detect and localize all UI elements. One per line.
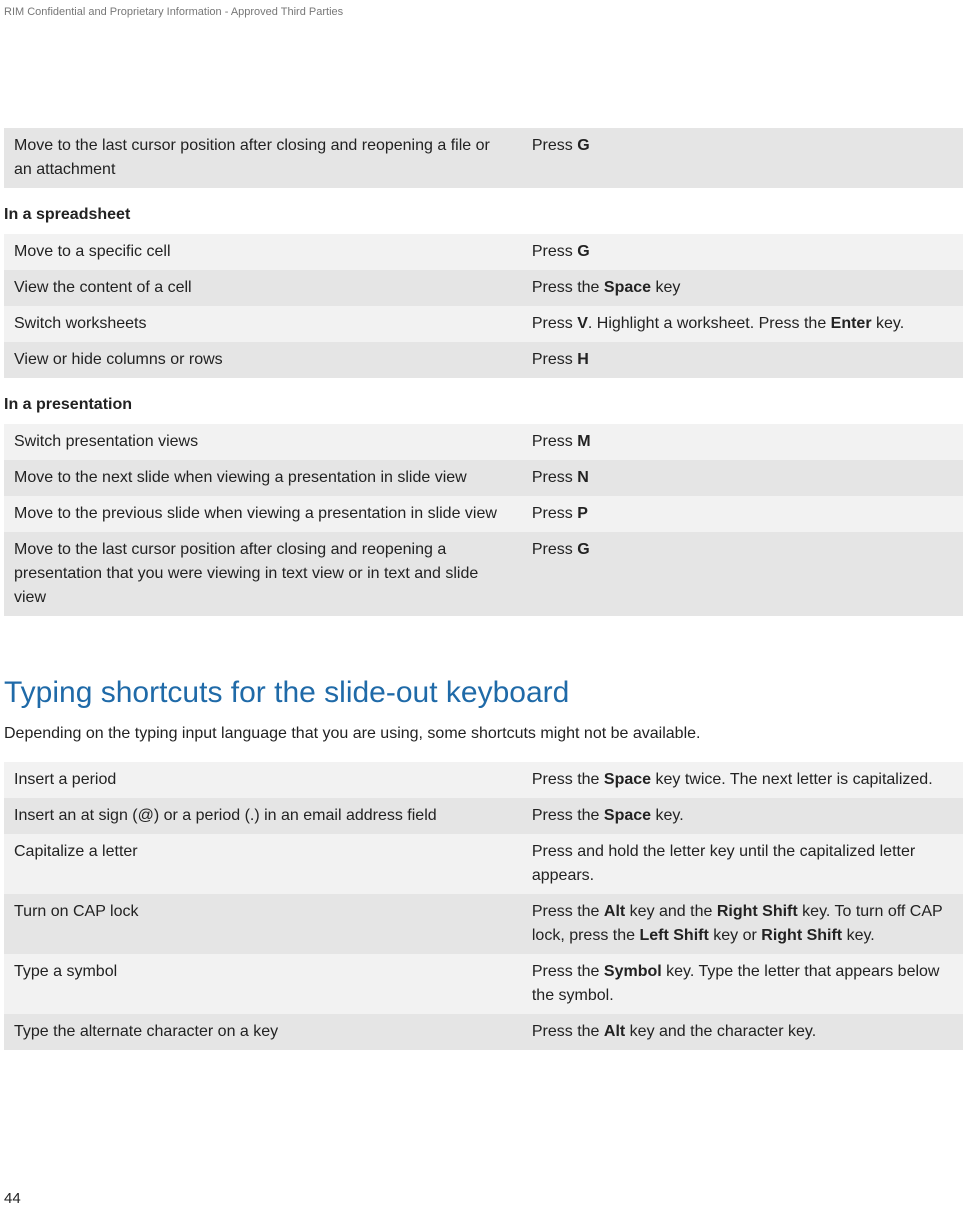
table-row: View or hide columns or rows Press H	[4, 342, 963, 378]
intro-text: Depending on the typing input language t…	[4, 722, 963, 746]
shortcut-desc: Capitalize a letter	[4, 834, 522, 894]
action-text: key or	[709, 927, 761, 944]
action-key: Enter	[831, 315, 872, 332]
action-key: Alt	[604, 903, 625, 920]
shortcut-action: Press V. Highlight a worksheet. Press th…	[522, 306, 963, 342]
shortcut-table-top: Move to the last cursor position after c…	[4, 128, 963, 188]
confidential-header: RIM Confidential and Proprietary Informa…	[0, 0, 967, 18]
shortcut-action: Press M	[522, 424, 963, 460]
action-key: Left Shift	[639, 927, 708, 944]
shortcut-action: Press H	[522, 342, 963, 378]
action-key: V	[577, 315, 588, 332]
action-key: G	[577, 243, 589, 260]
action-text: Press	[532, 243, 577, 260]
action-key: P	[577, 505, 588, 522]
action-text: key	[651, 279, 680, 296]
shortcut-desc: Insert an at sign (@) or a period (.) in…	[4, 798, 522, 834]
action-key: Space	[604, 771, 651, 788]
action-text: Press the	[532, 1023, 604, 1040]
shortcut-action: Press G	[522, 128, 963, 188]
page-number: 44	[0, 1190, 967, 1219]
table-row: Move to a specific cell Press G	[4, 234, 963, 270]
action-key: Symbol	[604, 963, 662, 980]
action-text: Press	[532, 469, 577, 486]
action-text: Press the	[532, 807, 604, 824]
table-row: Insert a period Press the Space key twic…	[4, 762, 963, 798]
action-text: Press	[532, 351, 577, 368]
shortcut-action: Press P	[522, 496, 963, 532]
shortcut-action: Press the Alt key and the Right Shift ke…	[522, 894, 963, 954]
table-row: Capitalize a letter Press and hold the l…	[4, 834, 963, 894]
table-row: Move to the previous slide when viewing …	[4, 496, 963, 532]
shortcut-desc: Insert a period	[4, 762, 522, 798]
action-text: Press the	[532, 279, 604, 296]
shortcut-action: Press the Alt key and the character key.	[522, 1014, 963, 1050]
action-key: M	[577, 433, 590, 450]
action-key: Space	[604, 279, 651, 296]
action-text: key twice. The next letter is capitalize…	[651, 771, 933, 788]
shortcut-desc: Type a symbol	[4, 954, 522, 1014]
shortcut-desc: Move to the last cursor position after c…	[4, 128, 522, 188]
action-text: . Highlight a worksheet. Press the	[588, 315, 831, 332]
action-text: key.	[872, 315, 905, 332]
shortcut-table-typing: Insert a period Press the Space key twic…	[4, 762, 963, 1050]
action-key: Right Shift	[761, 927, 842, 944]
action-text: Press and hold the letter key until the …	[532, 843, 915, 884]
shortcut-action: Press the Symbol key. Type the letter th…	[522, 954, 963, 1014]
action-key: H	[577, 351, 589, 368]
table-row: View the content of a cell Press the Spa…	[4, 270, 963, 306]
shortcut-action: Press N	[522, 460, 963, 496]
action-key: Alt	[604, 1023, 625, 1040]
shortcut-desc: Type the alternate character on a key	[4, 1014, 522, 1050]
shortcut-desc: Switch worksheets	[4, 306, 522, 342]
section-heading-presentation: In a presentation	[4, 396, 963, 414]
action-text: Press the	[532, 963, 604, 980]
shortcut-table-spreadsheet: Move to a specific cell Press G View the…	[4, 234, 963, 378]
action-text: Press the	[532, 903, 604, 920]
shortcut-action: Press the Space key	[522, 270, 963, 306]
shortcut-desc: Move to the previous slide when viewing …	[4, 496, 522, 532]
action-text: key and the character key.	[625, 1023, 816, 1040]
shortcut-action: Press the Space key.	[522, 798, 963, 834]
action-text: key.	[651, 807, 684, 824]
shortcut-action: Press G	[522, 234, 963, 270]
action-text: key.	[842, 927, 875, 944]
action-key: G	[577, 541, 589, 558]
shortcut-desc: View or hide columns or rows	[4, 342, 522, 378]
table-row: Insert an at sign (@) or a period (.) in…	[4, 798, 963, 834]
table-row: Move to the last cursor position after c…	[4, 532, 963, 616]
table-row: Switch worksheets Press V. Highlight a w…	[4, 306, 963, 342]
shortcut-table-presentation: Switch presentation views Press M Move t…	[4, 424, 963, 616]
section-heading-spreadsheet: In a spreadsheet	[4, 206, 963, 224]
table-row: Type the alternate character on a key Pr…	[4, 1014, 963, 1050]
table-row: Type a symbol Press the Symbol key. Type…	[4, 954, 963, 1014]
page-content: Move to the last cursor position after c…	[0, 18, 967, 1050]
action-text: Press	[532, 541, 577, 558]
shortcut-action: Press G	[522, 532, 963, 616]
shortcut-desc: Move to the next slide when viewing a pr…	[4, 460, 522, 496]
table-row: Move to the last cursor position after c…	[4, 128, 963, 188]
action-text: Press the	[532, 771, 604, 788]
shortcut-desc: Move to a specific cell	[4, 234, 522, 270]
shortcut-action: Press and hold the letter key until the …	[522, 834, 963, 894]
table-row: Move to the next slide when viewing a pr…	[4, 460, 963, 496]
table-row: Turn on CAP lock Press the Alt key and t…	[4, 894, 963, 954]
action-text: key and the	[625, 903, 717, 920]
shortcut-desc: View the content of a cell	[4, 270, 522, 306]
action-key: G	[577, 137, 589, 154]
shortcut-desc: Switch presentation views	[4, 424, 522, 460]
shortcut-action: Press the Space key twice. The next lett…	[522, 762, 963, 798]
action-text: Press	[532, 137, 577, 154]
action-text: Press	[532, 433, 577, 450]
action-key: Space	[604, 807, 651, 824]
table-row: Switch presentation views Press M	[4, 424, 963, 460]
action-text: Press	[532, 505, 577, 522]
action-key: Right Shift	[717, 903, 798, 920]
page-title: Typing shortcuts for the slide-out keybo…	[4, 676, 963, 710]
shortcut-desc: Move to the last cursor position after c…	[4, 532, 522, 616]
action-text: Press	[532, 315, 577, 332]
action-key: N	[577, 469, 589, 486]
shortcut-desc: Turn on CAP lock	[4, 894, 522, 954]
